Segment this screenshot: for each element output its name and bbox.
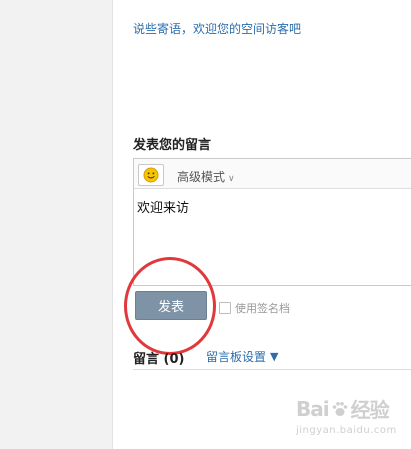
submit-button[interactable]: 发表: [135, 291, 207, 320]
paw-icon: [332, 401, 347, 416]
signature-label: 使用签名档: [235, 302, 290, 315]
editor-toolbar: 高级模式 ∨: [134, 159, 411, 189]
intro-link[interactable]: 说些寄语，欢迎您的空间访客吧: [133, 20, 301, 37]
messages-title: 留言 (0): [133, 352, 185, 367]
watermark-brand-left: Bai: [296, 396, 330, 421]
message-editor[interactable]: 高级模式 ∨ 欢迎来访: [133, 158, 411, 286]
left-gutter: [0, 0, 113, 449]
smiley-icon: [143, 167, 159, 183]
baidu-jingyan-watermark: Bai 经验 jingyan.baidu.com: [296, 394, 408, 442]
signature-checkbox[interactable]: [219, 302, 231, 314]
divider: [133, 369, 411, 370]
watermark-brand-right: 经验: [350, 398, 390, 422]
advanced-mode-dropdown[interactable]: 高级模式 ∨: [177, 168, 235, 185]
board-settings-label: 留言板设置: [206, 350, 267, 364]
editor-content[interactable]: 欢迎来访: [137, 197, 189, 216]
board-settings-link[interactable]: 留言板设置 ▼: [206, 348, 278, 365]
chevron-down-icon: ∨: [228, 174, 235, 184]
advanced-mode-label: 高级模式: [177, 170, 226, 184]
triangle-down-icon: ▼: [270, 350, 279, 363]
compose-title: 发表您的留言: [133, 138, 212, 153]
watermark-url: jingyan.baidu.com: [296, 425, 397, 436]
signature-option[interactable]: 使用签名档: [219, 300, 290, 316]
emoji-button[interactable]: [138, 164, 164, 186]
